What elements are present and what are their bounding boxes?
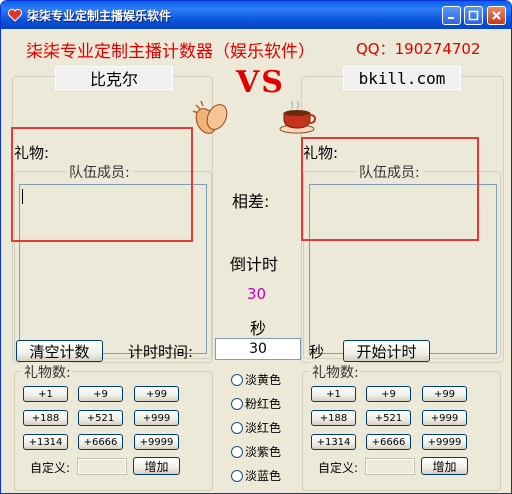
color-option-label: 淡蓝色 xyxy=(245,469,282,483)
left-add-9999-button[interactable]: +9999 xyxy=(134,434,179,450)
app-window: 柒柒专业定制主播娱乐软件 柒柒专业定制主播计数器（娱乐软件） QQ：190274… xyxy=(0,0,512,494)
countdown-label: 倒计时 xyxy=(230,255,279,274)
left-add-188-button[interactable]: +188 xyxy=(23,410,68,426)
clear-count-button[interactable]: 清空计数 xyxy=(16,340,103,362)
title-bar[interactable]: 柒柒专业定制主播娱乐软件 xyxy=(1,1,511,29)
minimize-icon xyxy=(448,17,454,19)
right-add-188-button[interactable]: +188 xyxy=(311,410,356,426)
color-option-light-red[interactable]: 淡红色 xyxy=(231,419,281,436)
right-add-99-button[interactable]: +99 xyxy=(422,386,467,402)
right-custom-label: 自定义: xyxy=(318,461,359,475)
radio-dot xyxy=(231,421,243,434)
color-option-light-blue[interactable]: 淡蓝色 xyxy=(231,467,281,484)
client-area: 柒柒专业定制主播计数器（娱乐软件） QQ：190274702 比克尔 礼物: 队… xyxy=(4,29,508,492)
radio-dot xyxy=(231,445,243,458)
right-gift-label: 礼物: xyxy=(303,142,339,163)
minimize-button[interactable] xyxy=(442,6,461,25)
left-custom-input[interactable] xyxy=(77,458,127,475)
left-add-99-button[interactable]: +99 xyxy=(134,386,179,402)
text-caret xyxy=(22,189,23,204)
maximize-button[interactable] xyxy=(464,6,483,25)
left-add-999-button[interactable]: +999 xyxy=(134,410,179,426)
coffee-cup-icon xyxy=(279,100,317,134)
close-button[interactable] xyxy=(487,6,506,25)
right-add-999-button[interactable]: +999 xyxy=(422,410,467,426)
right-gift-count-title: 礼物数: xyxy=(310,362,361,382)
difference-label: 相差: xyxy=(232,192,270,211)
clapping-hands-icon xyxy=(192,100,228,134)
app-heart-icon xyxy=(7,8,23,22)
left-gift-label: 礼物: xyxy=(14,142,50,163)
color-option-light-yellow[interactable]: 淡黄色 xyxy=(231,371,281,388)
countdown-value: 30 xyxy=(247,285,267,303)
left-gift-count-title: 礼物数: xyxy=(22,362,73,382)
right-add-1-button[interactable]: +1 xyxy=(311,386,356,402)
right-add-521-button[interactable]: +521 xyxy=(366,410,411,426)
left-team-name: 比克尔 xyxy=(55,66,173,90)
qq-contact: QQ：190274702 xyxy=(356,40,481,58)
right-members-textarea[interactable] xyxy=(309,184,497,354)
timer-unit-label: 秒 xyxy=(309,343,325,361)
right-members-title: 队伍成员: xyxy=(356,162,423,182)
left-add-6666-button[interactable]: +6666 xyxy=(78,434,123,450)
app-headline: 柒柒专业定制主播计数器（娱乐软件） xyxy=(26,42,315,62)
maximize-icon xyxy=(468,10,479,21)
timer-label: 计时时间: xyxy=(128,343,194,361)
radio-dot xyxy=(231,397,243,410)
left-members-title: 队伍成员: xyxy=(66,162,133,182)
countdown-seconds-label: 秒 xyxy=(250,319,267,338)
right-custom-input[interactable] xyxy=(365,458,415,475)
color-option-pink[interactable]: 粉红色 xyxy=(231,395,281,412)
close-icon xyxy=(492,11,501,20)
window-title: 柒柒专业定制主播娱乐软件 xyxy=(27,9,172,23)
timer-input[interactable]: 30 xyxy=(215,338,301,360)
color-option-light-purple[interactable]: 淡紫色 xyxy=(231,443,281,460)
right-add-9999-button[interactable]: +9999 xyxy=(422,434,467,450)
right-add-9-button[interactable]: +9 xyxy=(366,386,411,402)
color-option-label: 粉红色 xyxy=(245,397,282,411)
start-timer-button[interactable]: 开始计时 xyxy=(343,340,430,362)
left-add-1314-button[interactable]: +1314 xyxy=(23,434,68,450)
color-option-label: 淡红色 xyxy=(245,421,282,435)
color-option-label: 淡紫色 xyxy=(245,445,282,459)
left-members-textarea[interactable] xyxy=(19,184,207,354)
radio-dot xyxy=(231,469,243,482)
right-team-name: bkill.com xyxy=(343,66,461,90)
left-add-1-button[interactable]: +1 xyxy=(23,386,68,402)
left-add-9-button[interactable]: +9 xyxy=(78,386,123,402)
radio-dot xyxy=(231,373,243,386)
right-add-custom-button[interactable]: 增加 xyxy=(421,457,468,475)
left-add-custom-button[interactable]: 增加 xyxy=(133,457,180,475)
left-custom-label: 自定义: xyxy=(30,461,71,475)
right-add-6666-button[interactable]: +6666 xyxy=(366,434,411,450)
right-add-1314-button[interactable]: +1314 xyxy=(311,434,356,450)
left-add-521-button[interactable]: +521 xyxy=(78,410,123,426)
color-option-label: 淡黄色 xyxy=(245,373,282,387)
vs-label: VS xyxy=(236,65,285,100)
